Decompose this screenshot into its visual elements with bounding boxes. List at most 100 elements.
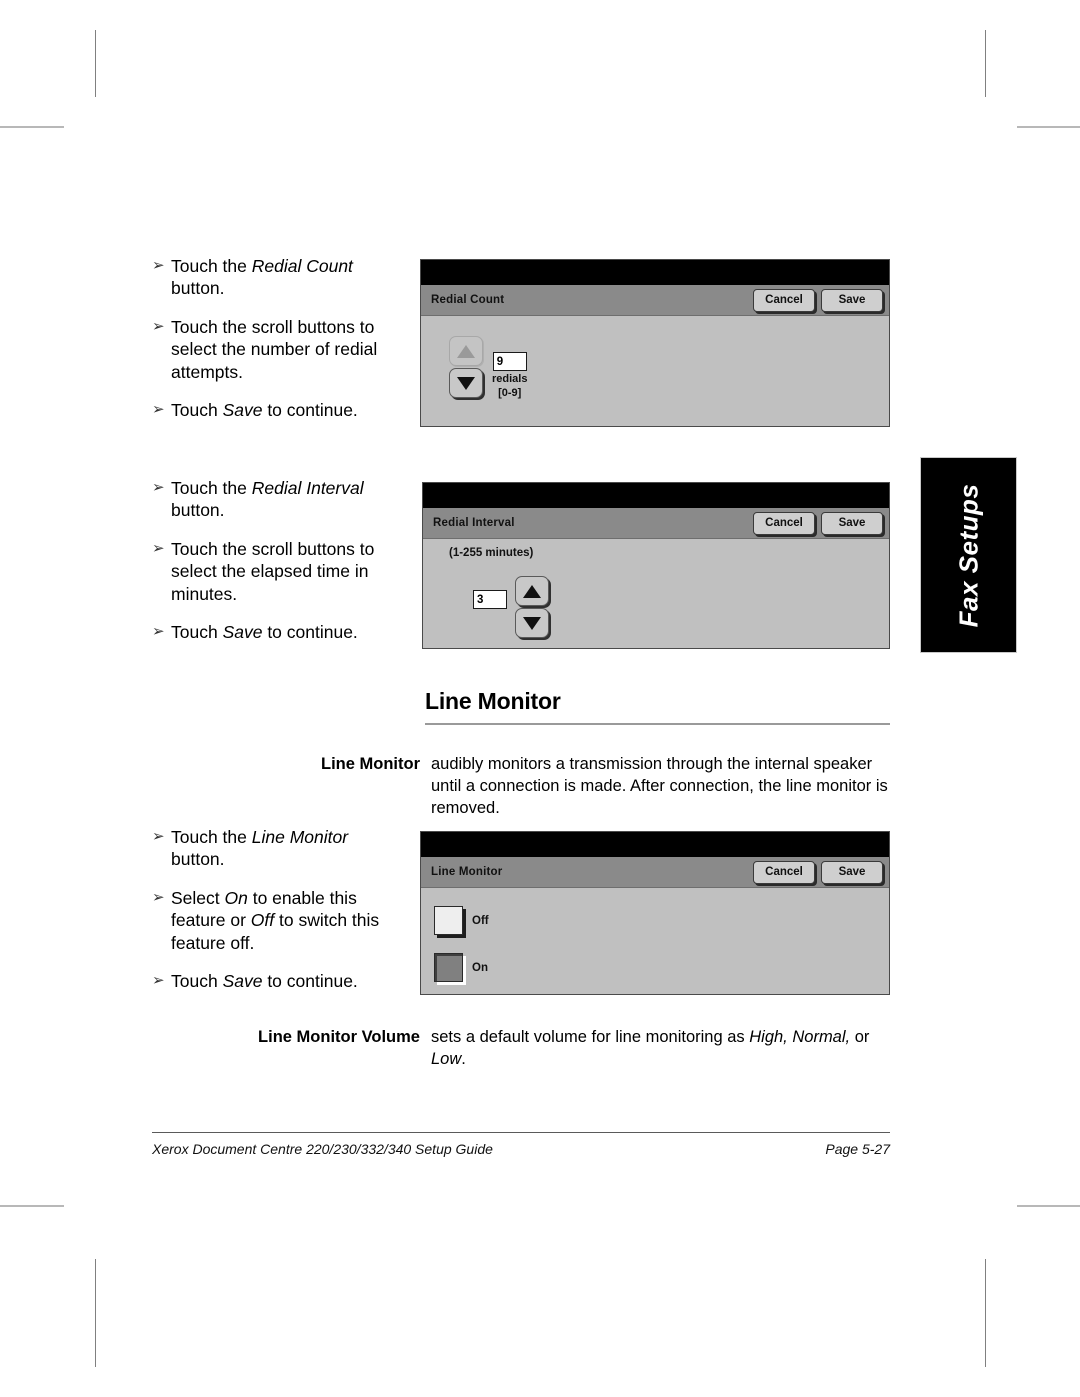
panel-button-group: Cancel Save <box>753 288 883 312</box>
bullet-suffix: to continue. <box>262 621 358 642</box>
triangle-down-icon <box>523 616 541 630</box>
bullet-text: Touch the Redial Interval button. <box>171 477 402 522</box>
bullet-arrow-icon: ➢ <box>152 828 165 845</box>
bullet-suffix: to continue. <box>262 970 358 991</box>
redial-interval-stepper: 3 <box>473 576 549 638</box>
panel-button-group: Cancel Save <box>753 860 883 884</box>
crop-mark-top-left-vertical <box>95 30 96 97</box>
bullet-text: Touch the Line Monitor button. <box>171 826 402 871</box>
crop-mark-bottom-right-horizontal <box>1017 1205 1080 1207</box>
save-button[interactable]: Save <box>821 860 883 884</box>
option-off[interactable]: Off <box>434 906 489 935</box>
stepper-arrows <box>515 576 549 638</box>
steps-redial-count: ➢ Touch the Redial Count button. ➢ Touch… <box>152 255 402 421</box>
bullet-arrow-icon: ➢ <box>152 888 165 906</box>
option-on[interactable]: On <box>434 953 488 982</box>
page-footer: Xerox Document Centre 220/230/332/340 Se… <box>152 1141 890 1157</box>
panel-title: Redial Count <box>431 294 505 306</box>
scroll-down-button[interactable] <box>515 608 549 638</box>
bullet-suffix: button. <box>171 278 225 299</box>
scroll-up-button[interactable] <box>515 576 549 606</box>
crop-mark-bottom-right-vertical <box>985 1259 986 1367</box>
section-heading-text: Line Monitor <box>425 688 561 714</box>
bullet-prefix: Touch the <box>171 478 252 498</box>
side-tab-label: Fax Setups <box>953 483 983 627</box>
page-title: Line Monitor <box>425 688 890 725</box>
bullet-prefix: Touch <box>171 970 223 991</box>
footer-divider <box>152 1132 890 1133</box>
panel-black-bar <box>423 483 889 508</box>
triangle-down-icon <box>457 376 475 390</box>
definition-description: audibly monitors a transmission through … <box>431 755 888 817</box>
bullet-text: Touch the scroll buttons to select the e… <box>171 538 375 604</box>
redial-count-value[interactable]: 9 <box>492 352 527 371</box>
redial-count-readout: 9 redials [0-9] <box>492 336 527 399</box>
scroll-down-button[interactable] <box>449 368 483 398</box>
bullet-suffix: button. <box>171 849 225 870</box>
bullet-arrow-icon: ➢ <box>152 622 165 640</box>
stepper-arrows <box>449 336 483 398</box>
redial-count-stepper: 9 redials [0-9] <box>449 336 527 399</box>
save-button[interactable]: Save <box>821 288 883 312</box>
redial-count-range-label: [0-9] <box>498 387 522 399</box>
bullet-prefix: Touch <box>171 399 223 420</box>
panel-body: (1-255 minutes) 3 <box>423 539 889 648</box>
definition-text-period: . <box>461 1049 466 1068</box>
definition-term: Line Monitor Volume <box>258 1028 420 1046</box>
crop-mark-bottom-left-vertical <box>95 1259 96 1367</box>
document-page: ➢ Touch the Redial Count button. ➢ Touch… <box>0 0 1080 1397</box>
bullet-text: Touch Save to continue. <box>171 970 402 992</box>
definition-description: sets a default volume for line monitorin… <box>431 1027 890 1071</box>
screenshot-panel-line-monitor: Line Monitor Cancel Save Off On <box>420 831 890 995</box>
crop-mark-top-left-horizontal <box>0 126 64 128</box>
redial-interval-value[interactable]: 3 <box>473 590 507 609</box>
definition-text-italic-2: Low <box>431 1049 462 1068</box>
definition-line-monitor-volume: Line Monitor Volume sets a default volum… <box>152 1027 890 1071</box>
crop-mark-bottom-left-horizontal <box>0 1205 64 1207</box>
redial-interval-range-hint: (1-255 minutes) <box>449 547 534 559</box>
panel-title: Line Monitor <box>431 866 503 878</box>
bullet-emphasis: Line Monitor <box>251 827 349 847</box>
option-off-checkbox[interactable] <box>434 906 463 935</box>
bullet-arrow-icon: ➢ <box>152 539 165 557</box>
steps-line-monitor: ➢ Touch the Line Monitor button. ➢ Selec… <box>152 826 402 992</box>
bullet-arrow-icon: ➢ <box>152 400 165 418</box>
bullet-emphasis: Redial Interval <box>251 478 364 498</box>
cancel-button[interactable]: Cancel <box>753 860 815 884</box>
panel-title-bar: Redial Interval Cancel Save <box>423 508 889 539</box>
bullet-emphasis: Save <box>222 621 263 642</box>
triangle-up-icon <box>457 344 475 358</box>
scroll-up-button[interactable] <box>449 336 483 366</box>
panel-body: Off On <box>421 888 889 994</box>
bullet-suffix: button. <box>171 500 225 521</box>
redial-interval-readout: 3 <box>473 576 507 609</box>
bullet-emphasis: Save <box>222 399 263 420</box>
redial-count-unit-label: redials <box>492 373 528 385</box>
option-on-checkbox[interactable] <box>434 953 463 982</box>
cancel-button[interactable]: Cancel <box>753 511 815 535</box>
footer-page-number: Page 5-27 <box>825 1141 890 1157</box>
list-item: ➢ Touch Save to continue. <box>152 621 402 643</box>
save-button[interactable]: Save <box>821 511 883 535</box>
list-item: ➢ Touch Save to continue. <box>152 399 402 421</box>
bullet-prefix: Touch the <box>171 827 252 847</box>
option-off-label: Off <box>472 914 489 927</box>
list-item: ➢ Select On to enable this feature or Of… <box>152 887 402 954</box>
list-item: ➢ Touch the Line Monitor button. <box>152 826 402 871</box>
definition-text-plain: sets a default volume for line monitorin… <box>431 1028 750 1046</box>
panel-title: Redial Interval <box>433 517 515 529</box>
crop-mark-top-right-vertical <box>985 30 986 97</box>
definition-text-italic: High, Normal, <box>749 1028 851 1046</box>
list-item: ➢ Touch the scroll buttons to select the… <box>152 538 402 605</box>
panel-title-bar: Line Monitor Cancel Save <box>421 857 889 888</box>
cancel-button[interactable]: Cancel <box>753 288 815 312</box>
panel-button-group: Cancel Save <box>753 511 883 535</box>
list-item: ➢ Touch Save to continue. <box>152 970 402 992</box>
bullet-prefix: Touch <box>171 621 223 642</box>
definition-term: Line Monitor <box>321 755 420 773</box>
option-on-label: On <box>472 961 488 974</box>
footer-document-title: Xerox Document Centre 220/230/332/340 Se… <box>152 1141 493 1157</box>
bullet-text: Select On to enable this feature or Off … <box>171 887 402 954</box>
bullet-emphasis: Save <box>222 970 263 991</box>
crop-mark-top-right-horizontal <box>1017 126 1080 128</box>
